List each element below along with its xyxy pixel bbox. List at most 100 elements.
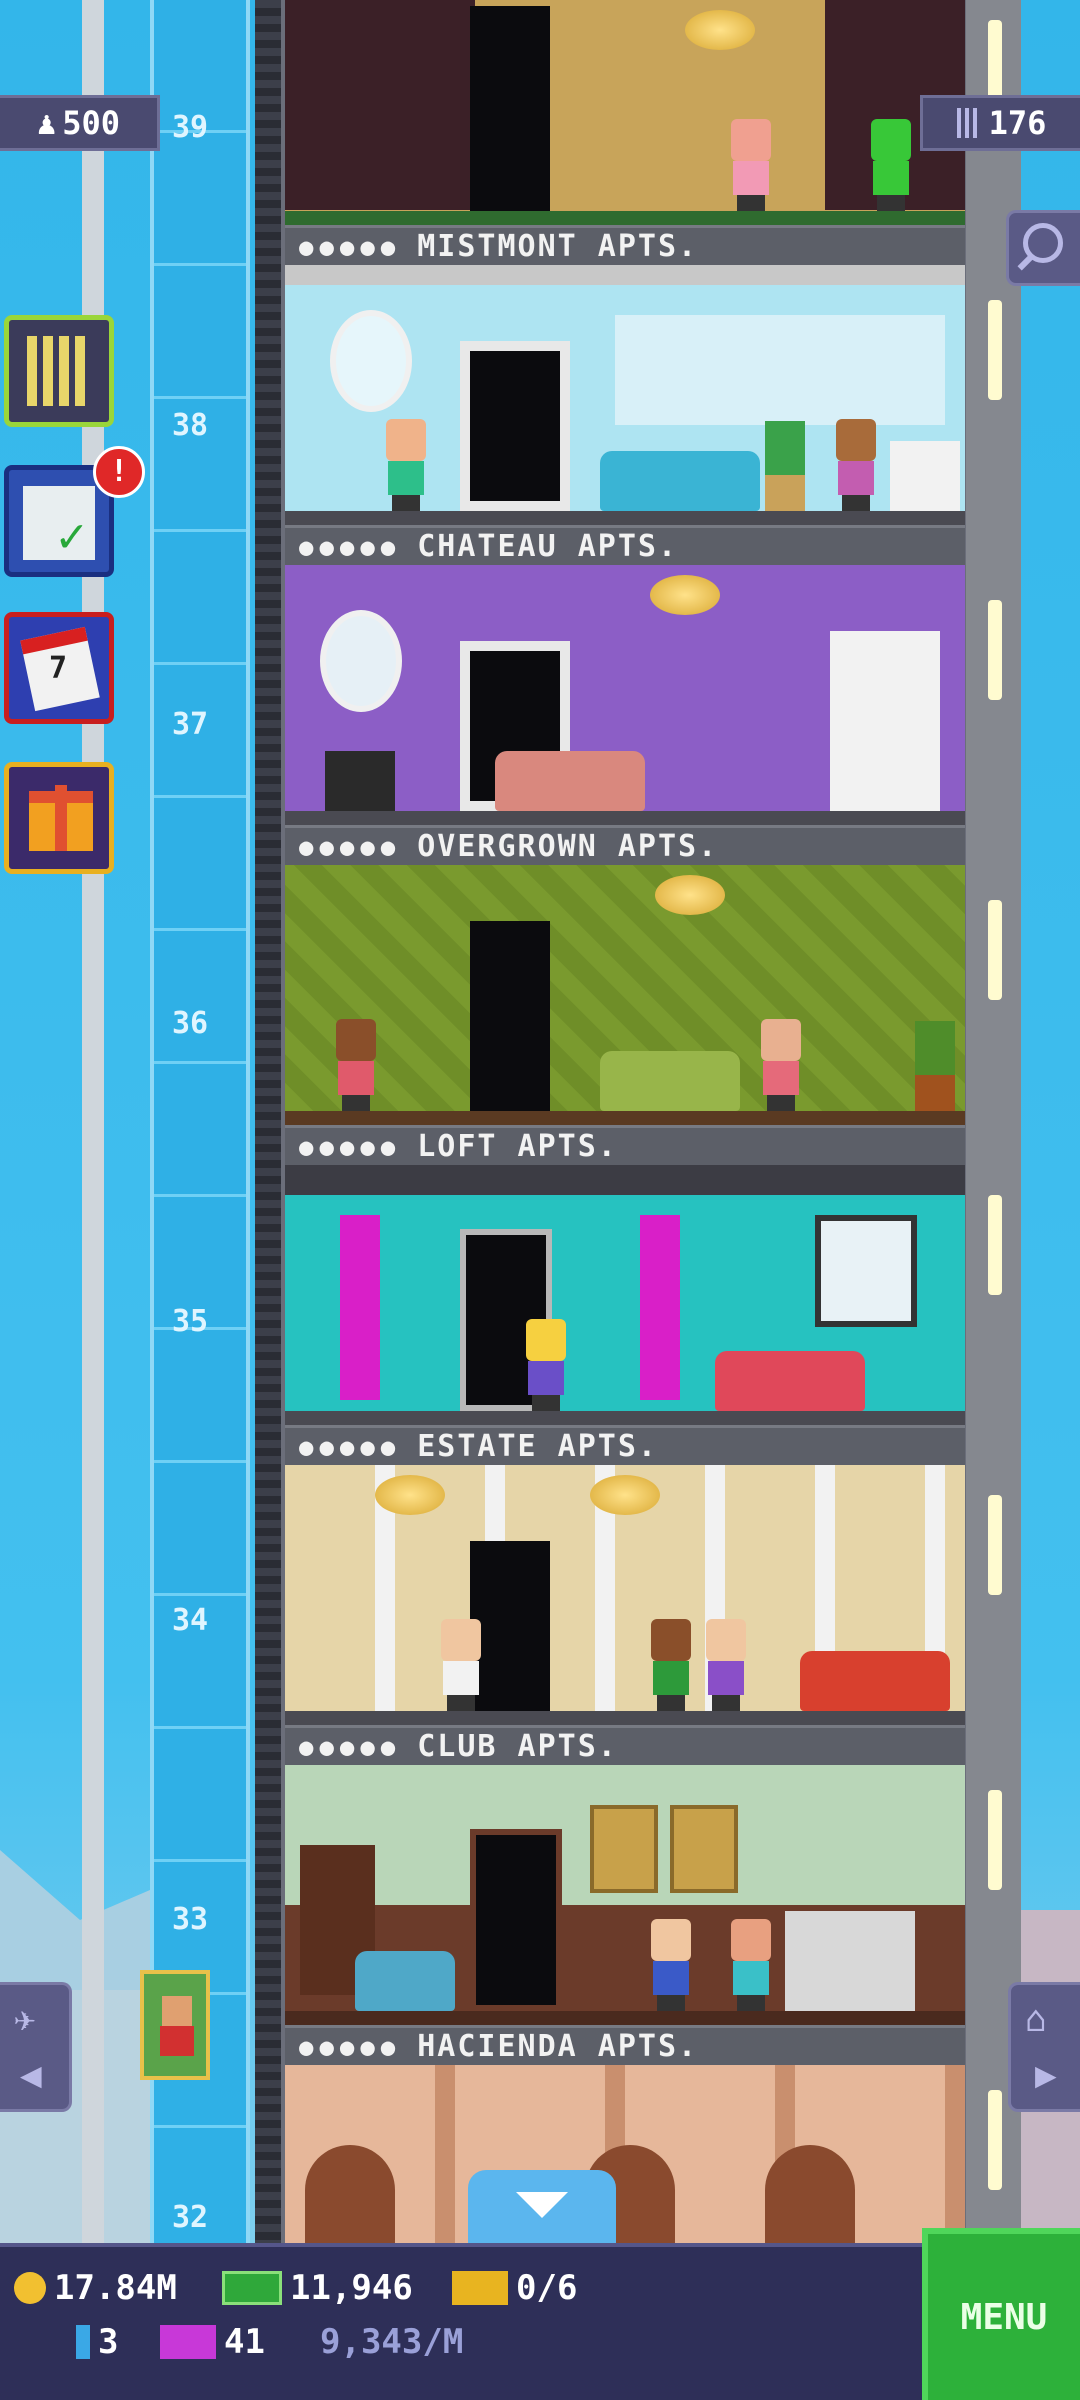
keys-value: 3: [98, 2322, 119, 2362]
lobby-nav-button[interactable]: ⌂ ▶: [1008, 1982, 1080, 2112]
search-icon-handle: [1017, 253, 1035, 271]
ticket-icon: [452, 2271, 508, 2305]
resident[interactable]: [725, 1919, 777, 2011]
search-button[interactable]: [1006, 210, 1080, 286]
wall-light: [988, 1790, 1002, 1890]
floor-room[interactable]: [285, 265, 965, 525]
floor-name[interactable]: OVERGROWN APTS.: [417, 829, 718, 864]
resident[interactable]: [865, 119, 917, 211]
floor-label-bar: ●●●●● MISTMONT APTS.: [285, 225, 965, 265]
occupancy-icons: ●●●●●: [299, 2032, 402, 2061]
occupancy-icons: ●●●●●: [299, 532, 402, 561]
floor-room[interactable]: [285, 1765, 965, 2025]
wall-light: [988, 600, 1002, 700]
floor-name[interactable]: CHATEAU APTS.: [417, 529, 678, 564]
keys-stat[interactable]: 3: [76, 2322, 118, 2362]
elevator-passenger-body: [160, 2026, 194, 2056]
oven: [890, 441, 960, 511]
cabinet: [830, 631, 940, 811]
bux-value: 11,946: [290, 2268, 413, 2308]
sofa: [715, 1351, 865, 1411]
curtain: [640, 1215, 680, 1400]
floor-name[interactable]: CLUB APTS.: [417, 1729, 618, 1764]
gift-button[interactable]: [4, 762, 114, 874]
airplane-icon: ✈: [14, 1999, 36, 2040]
window: [615, 315, 945, 425]
floor-name[interactable]: HACIENDA APTS.: [417, 2029, 698, 2064]
floor-room[interactable]: [285, 1165, 965, 1425]
curtain: [340, 1215, 380, 1400]
bux-stat[interactable]: 11,946: [222, 2268, 413, 2308]
wall-mirror: [330, 310, 412, 412]
floor-room[interactable]: [285, 2065, 965, 2245]
elevator-car[interactable]: [140, 1970, 210, 2080]
floor-name[interactable]: MISTMONT APTS.: [417, 229, 698, 264]
person-icon: ♟: [36, 104, 57, 142]
wall-light: [988, 900, 1002, 1000]
floor-label-bar: ●●●●● HACIENDA APTS.: [285, 2025, 965, 2065]
chandelier: [655, 875, 725, 915]
tower-side-wall: [255, 0, 281, 2245]
resident[interactable]: [725, 119, 777, 211]
door: [470, 1829, 562, 2011]
scroll-down-button[interactable]: [468, 2170, 616, 2246]
resident[interactable]: [755, 1019, 807, 1111]
window: [815, 1215, 917, 1327]
sofa: [600, 451, 760, 511]
calendar-day: 7: [49, 651, 68, 686]
tickets-stat[interactable]: 0/6: [452, 2268, 577, 2308]
resident[interactable]: [330, 1019, 382, 1111]
occupancy-icons: ●●●●●: [299, 1732, 402, 1761]
resident[interactable]: [435, 1619, 487, 1711]
wall-light: [988, 300, 1002, 400]
visitor-nav-button[interactable]: ✈ ◀: [0, 1982, 72, 2112]
coin-icon: [14, 2272, 46, 2304]
bux-icon: [222, 2271, 282, 2305]
population-value: 500: [62, 104, 121, 142]
door: [470, 6, 550, 211]
floor-name[interactable]: ESTATE APTS.: [417, 1429, 658, 1464]
sofa: [495, 751, 645, 811]
house-icon: ⌂: [1025, 1999, 1047, 2040]
build-floor-button[interactable]: [4, 315, 114, 427]
door: [470, 921, 550, 1111]
floor-number: 36: [171, 1006, 209, 1041]
floor-name[interactable]: LOFT APTS.: [417, 1129, 618, 1164]
chandelier: [650, 575, 720, 615]
resident[interactable]: [700, 1619, 752, 1711]
notification-badge: !: [93, 446, 145, 498]
missions-button[interactable]: ✓ !: [4, 446, 145, 577]
floor-room[interactable]: [285, 1465, 965, 1725]
floor-room[interactable]: [285, 865, 965, 1125]
calendar-button[interactable]: 7: [4, 612, 114, 724]
resident[interactable]: [520, 1319, 572, 1411]
floor-room[interactable]: [285, 0, 965, 225]
floors-badge[interactable]: 176: [920, 95, 1080, 151]
vip-icon: [160, 2325, 216, 2359]
floor-label-bar: ●●●●● ESTATE APTS.: [285, 1425, 965, 1465]
resident[interactable]: [830, 419, 882, 511]
vip-value: 41: [224, 2322, 265, 2362]
chevron-down-icon: [516, 2192, 568, 2218]
resident[interactable]: [645, 1619, 697, 1711]
armchair: [355, 1951, 455, 2011]
floor-label-bar: ●●●●● OVERGROWN APTS.: [285, 825, 965, 865]
coins-stat[interactable]: 17.84M: [14, 2268, 177, 2308]
floor-label-bar: ●●●●● LOFT APTS.: [285, 1125, 965, 1165]
floors-value: 176: [988, 104, 1047, 142]
floor-room[interactable]: [285, 565, 965, 825]
population-badge[interactable]: ♟ 500: [0, 95, 160, 151]
resident[interactable]: [645, 1919, 697, 2011]
elevator-passenger: [162, 1996, 192, 2026]
vip-stat[interactable]: 41: [160, 2322, 265, 2362]
resident[interactable]: [380, 419, 432, 511]
checkmark-icon: ✓: [57, 508, 86, 564]
portrait-frame: [590, 1805, 658, 1893]
menu-button[interactable]: MENU: [922, 2228, 1080, 2400]
income-rate: 9,343/M: [320, 2322, 463, 2362]
potted-plant: [915, 1021, 955, 1111]
floor-number: 32: [171, 2200, 209, 2235]
floor-number: 38: [171, 408, 209, 443]
building-icon: [956, 108, 981, 138]
potted-plant: [765, 421, 805, 511]
